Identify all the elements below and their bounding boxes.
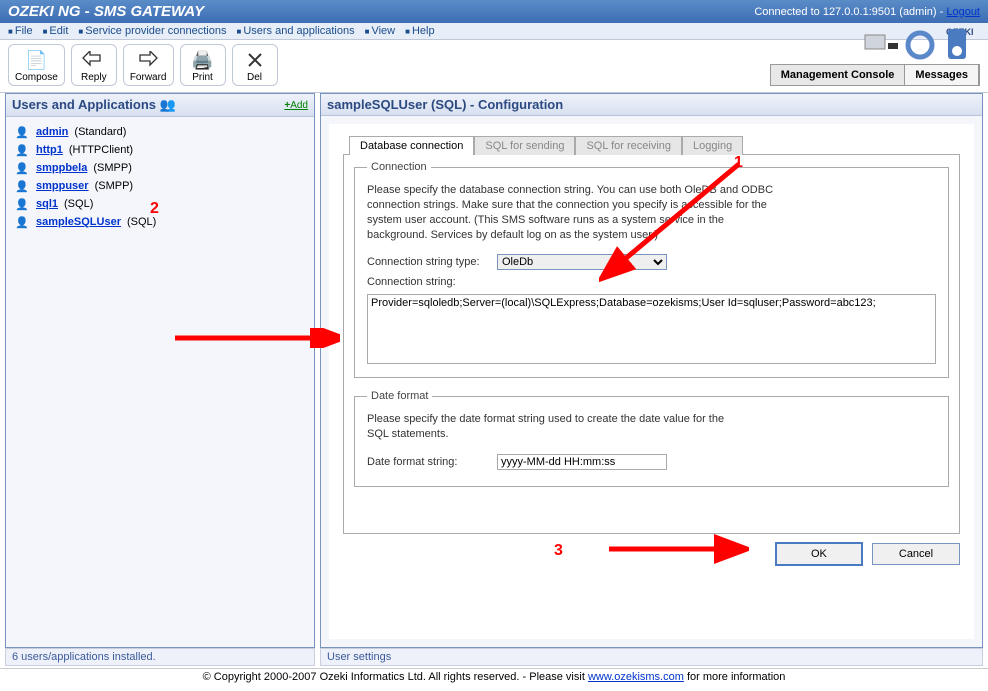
- menu-service-provider[interactable]: ■Service provider connections: [78, 25, 226, 37]
- tab-messages[interactable]: Messages: [905, 65, 979, 85]
- users-panel: Users and Applications 👥 +Add 👤admin(Sta…: [5, 93, 315, 648]
- connection-string-label: Connection string:: [367, 276, 497, 288]
- user-row[interactable]: 👤sql1(SQL): [14, 195, 306, 213]
- config-tabs: Database connection SQL for sending SQL …: [349, 136, 960, 155]
- reply-button[interactable]: Reply: [71, 44, 117, 86]
- user-icon: 👤: [14, 125, 30, 139]
- user-row[interactable]: 👤sampleSQLUser(SQL): [14, 213, 306, 231]
- menu-view[interactable]: ■View: [365, 25, 396, 37]
- toolbar: 📄Compose Reply Forward 🖨️Print Del Manag…: [0, 40, 988, 93]
- print-icon: 🖨️: [187, 48, 219, 72]
- ozeki-link[interactable]: www.ozekisms.com: [588, 671, 684, 683]
- print-button[interactable]: 🖨️Print: [180, 44, 226, 86]
- users-icon: 👥: [160, 97, 176, 112]
- title-bar: OZEKI NG - SMS GATEWAY Connected to 127.…: [0, 0, 988, 23]
- menu-bar: ■File ■Edit ■Service provider connection…: [0, 23, 988, 40]
- status-context: User settings: [320, 648, 983, 666]
- connection-status: Connected to 127.0.0.1:9501 (admin) - Lo…: [754, 6, 980, 18]
- compose-icon: 📄: [15, 48, 58, 72]
- ok-button[interactable]: OK: [775, 542, 863, 566]
- menu-edit[interactable]: ■Edit: [43, 25, 69, 37]
- menu-users-apps[interactable]: ■Users and applications: [236, 25, 354, 37]
- delete-button[interactable]: Del: [232, 44, 278, 86]
- connection-type-label: Connection string type:: [367, 256, 497, 268]
- user-gear-icon: 👤: [14, 161, 30, 175]
- status-users-count: 6 users/applications installed.: [5, 648, 315, 666]
- tab-database-connection[interactable]: Database connection: [349, 136, 474, 155]
- copyright-footer: © Copyright 2000-2007 Ozeki Informatics …: [0, 668, 988, 685]
- connection-string-textarea[interactable]: Provider=sqloledb;Server=(local)\SQLExpr…: [367, 294, 936, 364]
- ozeki-logo: OZEKI: [860, 23, 980, 68]
- dateformat-help: Please specify the date format string us…: [367, 412, 747, 442]
- dateformat-label: Date format string:: [367, 456, 497, 468]
- dateformat-input[interactable]: [497, 454, 667, 470]
- users-list: 👤admin(Standard) 👤http1(HTTPClient) 👤smp…: [6, 117, 314, 237]
- connection-fieldset: Connection Please specify the database c…: [354, 161, 949, 378]
- user-gear-icon: 👤: [14, 197, 30, 211]
- user-link[interactable]: smppbela: [36, 162, 87, 174]
- user-link[interactable]: admin: [36, 126, 68, 138]
- forward-icon: [130, 48, 167, 72]
- tab-management-console[interactable]: Management Console: [771, 65, 906, 85]
- user-row[interactable]: 👤smppuser(SMPP): [14, 177, 306, 195]
- user-link[interactable]: sampleSQLUser: [36, 216, 121, 228]
- user-row[interactable]: 👤smppbela(SMPP): [14, 159, 306, 177]
- cancel-button[interactable]: Cancel: [872, 543, 960, 565]
- app-title: OZEKI NG - SMS GATEWAY: [8, 3, 204, 20]
- user-link[interactable]: smppuser: [36, 180, 89, 192]
- reply-icon: [78, 48, 110, 72]
- menu-file[interactable]: ■File: [8, 25, 33, 37]
- users-panel-header: Users and Applications 👥 +Add: [6, 94, 314, 117]
- status-bar: 6 users/applications installed. User set…: [0, 648, 988, 668]
- connection-type-select[interactable]: OleDb: [497, 254, 667, 270]
- config-panel-header: sampleSQLUser (SQL) - Configuration: [321, 94, 982, 116]
- connection-help: Please specify the database connection s…: [367, 183, 787, 242]
- forward-button[interactable]: Forward: [123, 44, 174, 86]
- user-row[interactable]: 👤http1(HTTPClient): [14, 141, 306, 159]
- delete-icon: [239, 48, 271, 72]
- user-icon: 👤: [14, 143, 30, 157]
- user-link[interactable]: http1: [36, 144, 63, 156]
- logout-link[interactable]: Logout: [946, 6, 980, 18]
- menu-help[interactable]: ■Help: [405, 25, 434, 37]
- tab-sql-receiving[interactable]: SQL for receiving: [575, 136, 682, 155]
- compose-button[interactable]: 📄Compose: [8, 44, 65, 86]
- user-link[interactable]: sql1: [36, 198, 58, 210]
- user-gear-icon: 👤: [14, 179, 30, 193]
- add-user-link[interactable]: +Add: [284, 100, 308, 111]
- user-row[interactable]: 👤admin(Standard): [14, 123, 306, 141]
- tab-sql-sending[interactable]: SQL for sending: [474, 136, 575, 155]
- user-gear-icon: 👤: [14, 215, 30, 229]
- config-panel: sampleSQLUser (SQL) - Configuration Data…: [320, 93, 983, 648]
- tab-logging[interactable]: Logging: [682, 136, 743, 155]
- dateformat-fieldset: Date format Please specify the date form…: [354, 390, 949, 487]
